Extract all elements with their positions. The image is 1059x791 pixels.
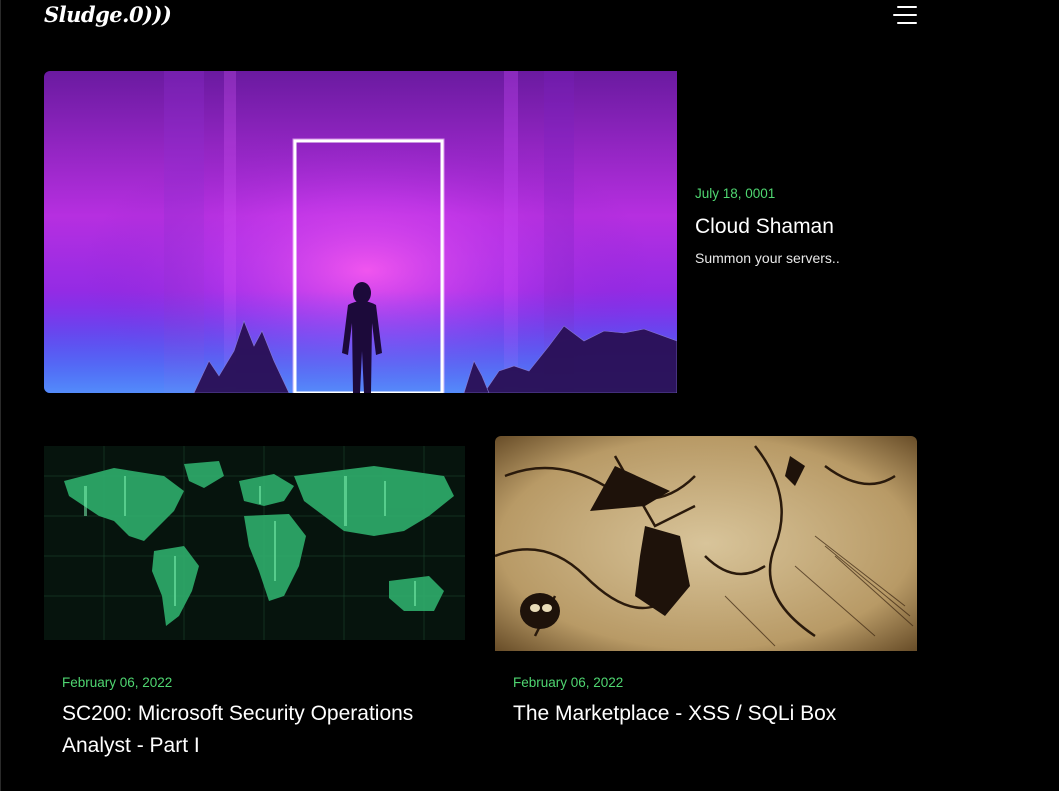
post-image[interactable] [44, 446, 465, 640]
menu-button[interactable] [891, 5, 919, 27]
post-title[interactable]: The Marketplace - XSS / SQLi Box [513, 698, 913, 730]
green-world-map-image [44, 446, 465, 640]
featured-post-image[interactable] [44, 71, 677, 393]
post-date: February 06, 2022 [62, 675, 173, 690]
post-title[interactable]: SC200: Microsoft Security Operations Ana… [62, 698, 422, 762]
post-image[interactable] [495, 436, 917, 651]
featured-post-excerpt: Summon your servers.. [695, 250, 840, 266]
site-logo[interactable]: Sludge.0))) [44, 2, 172, 27]
featured-post-title[interactable]: Cloud Shaman [695, 211, 834, 243]
neon-portal-silhouette-image [44, 71, 677, 393]
featured-post-date: July 18, 0001 [695, 186, 776, 201]
post-date: February 06, 2022 [513, 675, 624, 690]
page-left-border [0, 0, 1, 791]
sepia-illustration-image [495, 436, 917, 651]
